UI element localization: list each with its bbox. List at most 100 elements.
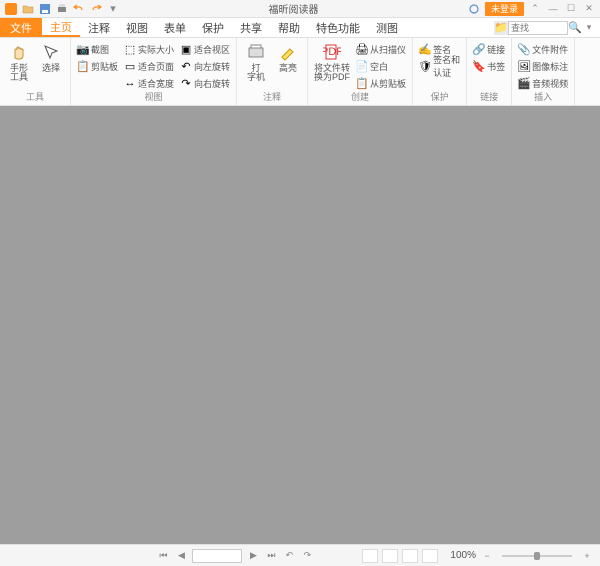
zoom-out-button[interactable]: − (480, 549, 494, 563)
login-button[interactable]: 未登录 (485, 2, 524, 16)
search-icon[interactable]: 🔍 (568, 21, 582, 35)
group-insert: 📎文件附件 🖼图像标注 🎬音频视频 插入 (512, 38, 575, 105)
tab-comment[interactable]: 注释 (80, 18, 118, 37)
search-box: 📁 🔍 ▾ (494, 18, 596, 37)
ribbon-toggle-icon[interactable]: ⌃ (528, 2, 542, 16)
image-annot-button[interactable]: 🖼图像标注 (516, 58, 570, 74)
from-clipboard-button[interactable]: 📋从剪贴板 (354, 75, 408, 91)
highlight-icon (278, 42, 298, 62)
zoom-in-button[interactable]: + (580, 549, 594, 563)
tab-measure[interactable]: 测图 (368, 18, 406, 37)
fit-page-button[interactable]: ▭适合页面 (122, 58, 176, 74)
rotate-right-button[interactable]: ↷向右旋转 (178, 75, 232, 91)
actual-size-icon: ⬚ (124, 43, 136, 55)
group-protect: ✍签名 🛡签名和 认证 保护 (413, 38, 467, 105)
undo-icon[interactable] (72, 2, 86, 16)
blank-icon: 📄 (356, 60, 368, 72)
fit-width-icon: ↔ (124, 77, 136, 89)
nav-fwd-button[interactable]: ↷ (300, 549, 314, 563)
tab-view[interactable]: 视图 (118, 18, 156, 37)
group-create: PDF 将文件转 换为PDF 🖨从扫描仪 📄空白 📋从剪贴板 创建 (308, 38, 413, 105)
attach-button[interactable]: 📎文件附件 (516, 41, 570, 57)
search-dropdown-icon[interactable]: ▾ (582, 21, 596, 35)
ribbon: 手形 工具 选择 工具 📷截图 📋剪贴板 ⬚实际大小 ▭适合页面 ↔适合宽度 ▣… (0, 38, 600, 106)
search-folder-icon: 📁 (494, 21, 508, 35)
tab-share[interactable]: 共享 (232, 18, 270, 37)
convert-button[interactable]: PDF 将文件转 换为PDF (312, 40, 352, 91)
tab-extras[interactable]: 特色功能 (308, 18, 368, 37)
group-comment: 打 字机 高亮 注释 (237, 38, 308, 105)
actual-size-button[interactable]: ⬚实际大小 (122, 41, 176, 57)
page-input[interactable] (192, 549, 242, 563)
bookmark-icon: 🔖 (473, 60, 485, 72)
clipboard-icon: 📋 (77, 60, 89, 72)
clipboard-button[interactable]: 📋剪贴板 (75, 58, 120, 74)
bookmark-button[interactable]: 🔖书签 (471, 58, 507, 74)
hand-icon (9, 42, 29, 62)
print-icon[interactable] (55, 2, 69, 16)
highlight-button[interactable]: 高亮 (273, 40, 303, 91)
maximize-button[interactable]: ☐ (564, 2, 578, 16)
fit-visible-icon: ▣ (180, 43, 192, 55)
minimize-button[interactable]: — (546, 2, 560, 16)
pdf-icon: PDF (322, 42, 342, 62)
link-button[interactable]: 🔗链接 (471, 41, 507, 57)
search-input[interactable] (508, 21, 568, 35)
group-view: 📷截图 📋剪贴板 ⬚实际大小 ▭适合页面 ↔适合宽度 ▣适合视区 ↶向左旋转 ↷… (71, 38, 237, 105)
statusbar: ⏮ ◀ ▶ ⏭ ↶ ↷ 100% − + (0, 544, 600, 566)
zoom-thumb[interactable] (534, 552, 540, 560)
hand-tool-button[interactable]: 手形 工具 (4, 40, 34, 91)
close-button[interactable]: ✕ (582, 2, 596, 16)
zoom-text: 100% (450, 550, 476, 561)
rotate-right-icon: ↷ (180, 77, 192, 89)
blank-button[interactable]: 📄空白 (354, 58, 408, 74)
qat-dropdown-icon[interactable]: ▾ (106, 2, 120, 16)
redo-icon[interactable] (89, 2, 103, 16)
av-button[interactable]: 🎬音频视频 (516, 75, 570, 91)
rotate-left-icon: ↶ (180, 60, 192, 72)
typewriter-icon (246, 42, 266, 62)
select-icon (41, 42, 61, 62)
sync-icon[interactable] (467, 2, 481, 16)
from-scanner-button[interactable]: 🖨从扫描仪 (354, 41, 408, 57)
group-links: 🔗链接 🔖书签 链接 (467, 38, 512, 105)
view-mode-4-button[interactable] (422, 549, 438, 563)
fit-width-button[interactable]: ↔适合宽度 (122, 75, 176, 91)
shield-icon: 🛡 (419, 60, 431, 72)
camera-icon: 📷 (77, 43, 89, 55)
app-title: 福昕阅读器 (120, 1, 467, 16)
prev-page-button[interactable]: ◀ (174, 549, 188, 563)
next-page-button[interactable]: ▶ (246, 549, 260, 563)
nav-back-button[interactable]: ↶ (282, 549, 296, 563)
tab-protect[interactable]: 保护 (194, 18, 232, 37)
view-mode-3-button[interactable] (402, 549, 418, 563)
tab-form[interactable]: 表单 (156, 18, 194, 37)
scanner-icon: 🖨 (356, 43, 368, 55)
select-tool-button[interactable]: 选择 (36, 40, 66, 91)
quick-access-toolbar: ▾ (4, 2, 120, 16)
rotate-left-button[interactable]: ↶向左旋转 (178, 58, 232, 74)
tab-help[interactable]: 帮助 (270, 18, 308, 37)
document-area (0, 106, 600, 544)
last-page-button[interactable]: ⏭ (264, 549, 278, 563)
save-icon[interactable] (38, 2, 52, 16)
first-page-button[interactable]: ⏮ (156, 549, 170, 563)
group-tools: 手形 工具 选择 工具 (0, 38, 71, 105)
tab-home[interactable]: 主页 (42, 18, 80, 37)
typewriter-button[interactable]: 打 字机 (241, 40, 271, 91)
zoom-slider[interactable] (502, 555, 572, 557)
secure-button[interactable]: 🛡签名和 认证 (417, 58, 462, 74)
ribbon-tabs: 文件 主页 注释 视图 表单 保护 共享 帮助 特色功能 测图 📁 🔍 ▾ (0, 18, 600, 38)
snapshot-button[interactable]: 📷截图 (75, 41, 120, 57)
link-icon: 🔗 (473, 43, 485, 55)
paperclip-icon: 📎 (518, 43, 530, 55)
fit-visible-button[interactable]: ▣适合视区 (178, 41, 232, 57)
svg-text:PDF: PDF (323, 46, 341, 58)
titlebar: ▾ 福昕阅读器 未登录 ⌃ — ☐ ✕ (0, 0, 600, 18)
clipboard-icon: 📋 (356, 77, 368, 89)
file-tab[interactable]: 文件 (0, 18, 42, 37)
fit-page-icon: ▭ (124, 60, 136, 72)
view-mode-1-button[interactable] (362, 549, 378, 563)
view-mode-2-button[interactable] (382, 549, 398, 563)
open-icon[interactable] (21, 2, 35, 16)
